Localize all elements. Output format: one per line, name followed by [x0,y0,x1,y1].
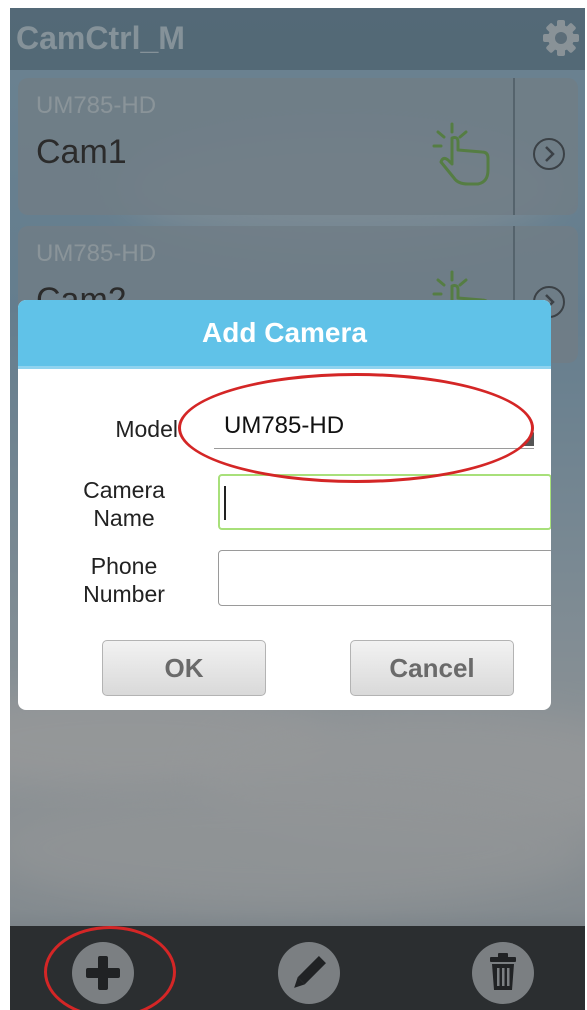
dropdown-caret-icon [520,432,534,446]
model-select[interactable]: UM785-HD [214,406,534,449]
ok-button[interactable]: OK [102,640,266,696]
phone-number-label: Phone Number [64,552,184,608]
camera-name-label: Camera Name [64,476,184,532]
camera-name-label-line2: Name [93,505,155,531]
add-camera-dialog: Add Camera Model UM785-HD Camera Name Ph… [18,300,551,710]
phone-number-input[interactable] [218,550,551,606]
text-cursor [224,486,226,520]
phone-number-label-line1: Phone [90,553,158,579]
camera-name-label-line1: Camera [83,477,165,503]
plus-icon [86,956,120,990]
phone-screen: CamCtrl_M UM785-HD Cam1 [10,8,585,1010]
dialog-title: Add Camera [18,300,551,369]
add-button[interactable] [72,942,134,1004]
delete-button[interactable] [472,942,534,1004]
bottom-toolbar [10,926,585,1010]
trash-icon [490,953,516,990]
edit-button[interactable] [278,942,340,1004]
camera-name-input[interactable] [218,474,551,530]
model-label-text: Model [115,416,178,442]
pencil-icon [294,956,326,988]
model-label: Model [78,415,178,443]
model-select-value: UM785-HD [224,412,345,439]
cancel-button[interactable]: Cancel [350,640,514,696]
phone-number-label-line2: Number [83,581,165,607]
